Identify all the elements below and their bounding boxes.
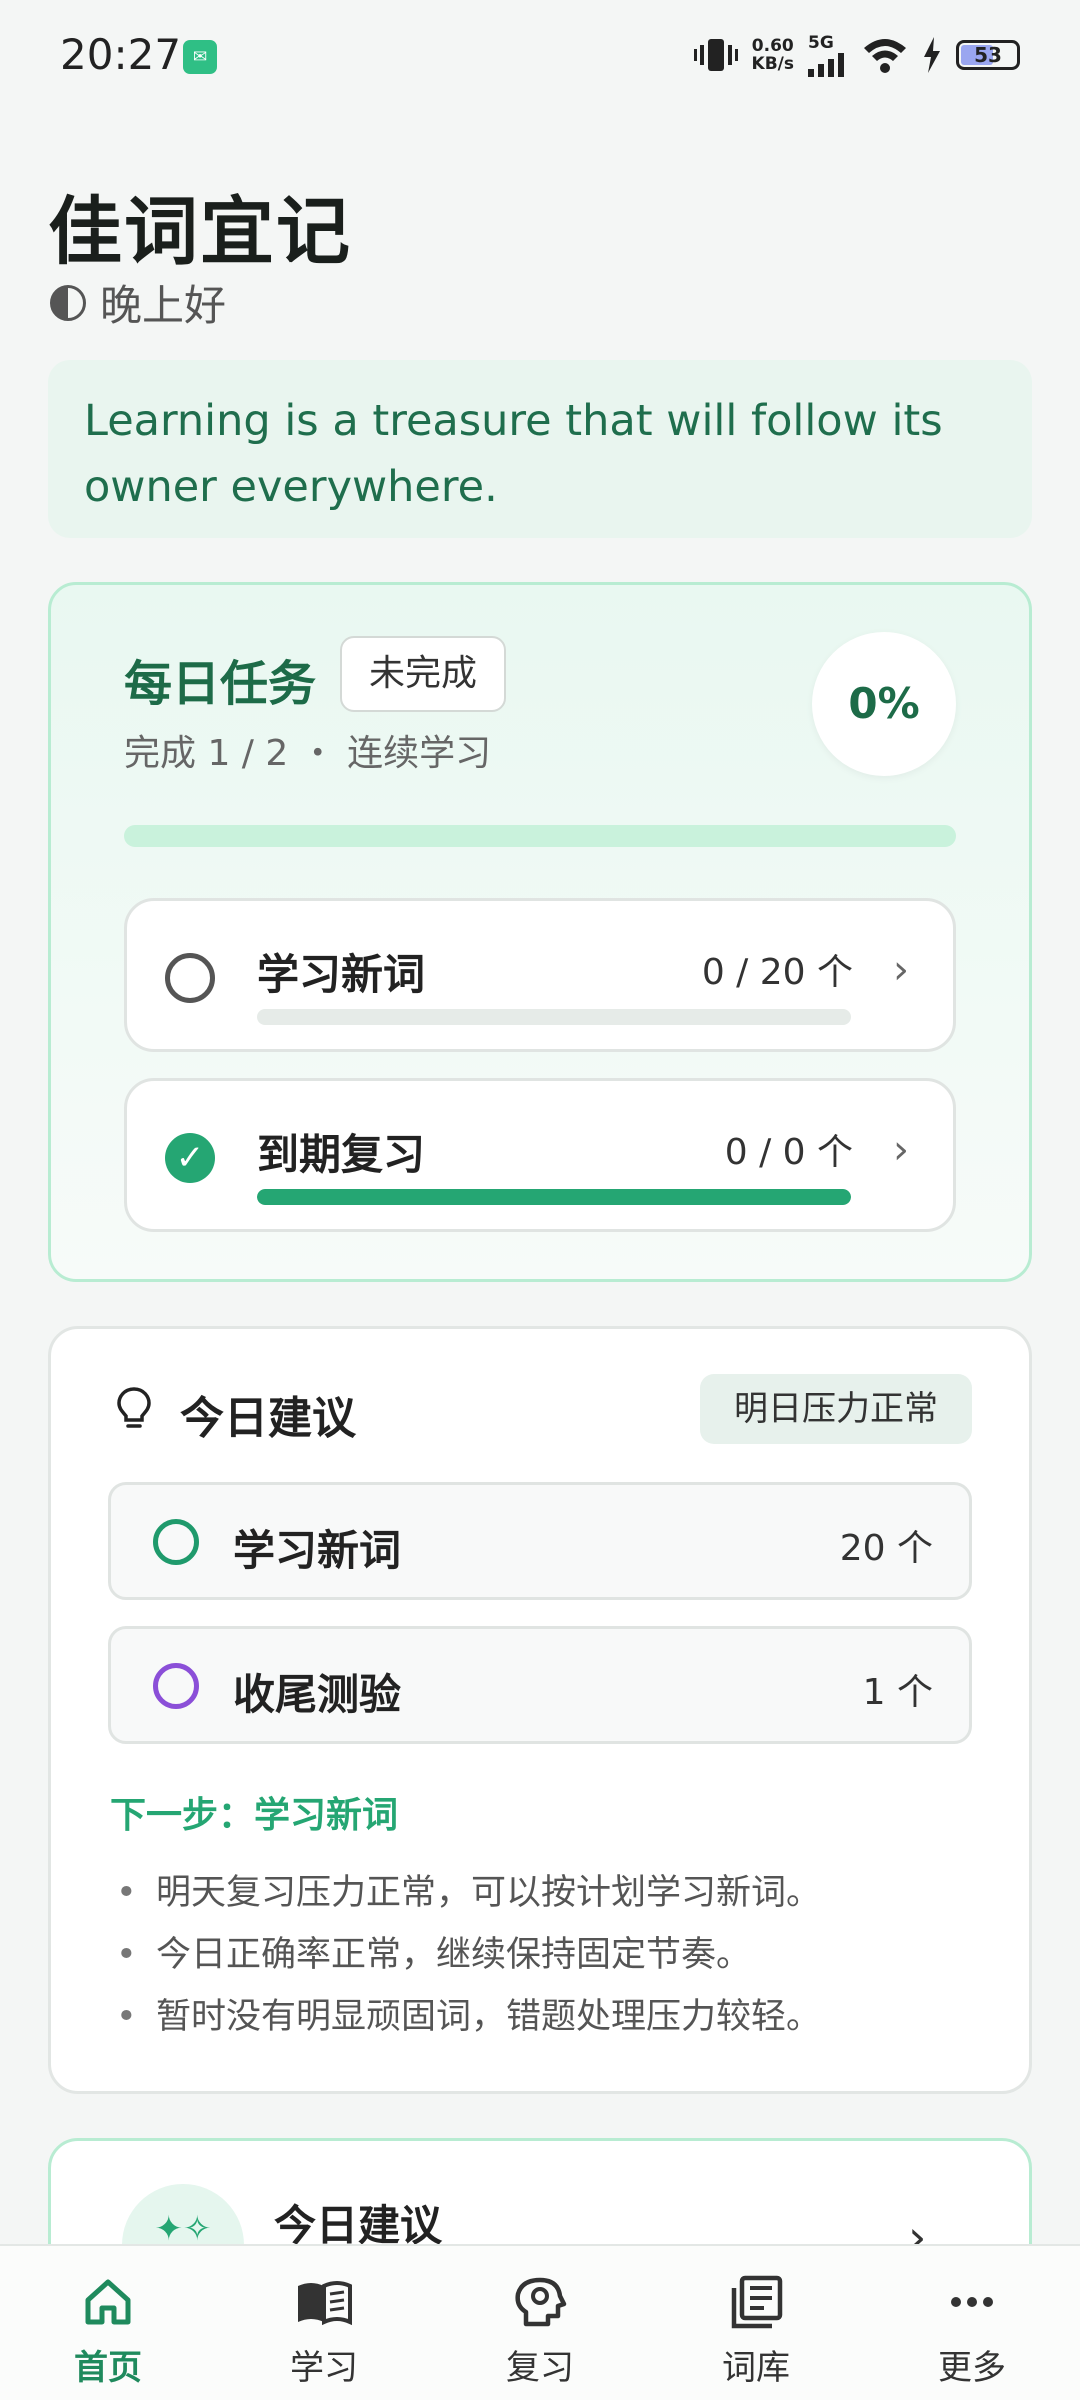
suggestion-label: 收尾测验 — [233, 1670, 402, 1719]
chevron-right-icon: › — [893, 1127, 909, 1173]
nav-label: 学习 — [290, 2348, 358, 2388]
greeting: 晚上好 — [50, 272, 226, 333]
check-circle-icon: ✓ — [165, 1133, 215, 1183]
suggestions-title: 今日建议 — [180, 1393, 356, 1444]
wifi-icon — [864, 39, 906, 73]
task-item-label: 到期复习 — [257, 1130, 426, 1179]
nav-label: 复习 — [506, 2348, 574, 2388]
tip-item: 今日正确率正常，继续保持固定节奏。 — [116, 1924, 821, 1986]
suggestion-count: 20 个 — [839, 1528, 933, 1569]
suggestion-count: 1 个 — [862, 1672, 933, 1713]
nav-more[interactable]: 更多 — [864, 2246, 1080, 2400]
nav-home[interactable]: 首页 — [0, 2246, 216, 2400]
charging-icon — [924, 37, 940, 73]
nav-label: 更多 — [938, 2348, 1006, 2388]
vibrate-icon — [693, 39, 738, 71]
signal-icon — [808, 53, 844, 77]
network-speed-value: 0.60 — [751, 36, 794, 56]
suggestion-label: 学习新词 — [233, 1526, 402, 1575]
task-item-count: 0 / 0 个 — [724, 1132, 853, 1173]
app-notification-icon: ✉ — [183, 40, 217, 74]
nav-label: 首页 — [74, 2348, 142, 2388]
nav-study[interactable]: 学习 — [216, 2246, 432, 2400]
task-item-progress-bar — [257, 1189, 851, 1205]
network-type: 5G — [808, 33, 834, 53]
task-status-badge: 未完成 — [340, 636, 506, 712]
brain-icon — [515, 2277, 567, 2327]
tip-item: 暂时没有明显顽固词，错题处理压力较轻。 — [116, 1986, 821, 2048]
network-speed-unit: KB/s — [751, 54, 794, 74]
daily-task-progress-bar — [124, 825, 956, 847]
library-icon — [731, 2275, 783, 2329]
quote-card: Learning is a treasure that will follow … — [48, 360, 1032, 538]
task-item-progress-fill — [257, 1189, 851, 1205]
suggestion-learn-new-words[interactable]: 学习新词 20 个 — [108, 1482, 972, 1600]
quote-text: Learning is a treasure that will follow … — [84, 396, 943, 512]
lightbulb-icon — [117, 1387, 151, 1428]
app-title: 佳词宜记 — [48, 189, 352, 275]
task-item-count: 0 / 20 个 — [701, 952, 853, 993]
nav-label: 词库 — [722, 2348, 790, 2388]
chevron-right-icon: › — [893, 947, 909, 993]
suggestion-final-quiz[interactable]: 收尾测验 1 个 — [108, 1626, 972, 1744]
task-item-due-review[interactable]: ✓ 到期复习 0 / 0 个 › — [124, 1078, 956, 1232]
daily-task-title: 每日任务 — [124, 656, 317, 712]
task-item-label: 学习新词 — [257, 950, 426, 999]
circle-icon — [153, 1663, 199, 1709]
home-icon — [85, 2279, 131, 2325]
tip-item: 明天复习压力正常，可以按计划学习新词。 — [116, 1862, 821, 1924]
pressure-badge: 明日压力正常 — [700, 1374, 972, 1444]
battery-level: 53 — [974, 43, 1002, 67]
nav-review[interactable]: 复习 — [432, 2246, 648, 2400]
tips-list: 明天复习压力正常，可以按计划学习新词。 今日正确率正常，继续保持固定节奏。 暂时… — [116, 1862, 821, 2048]
greeting-text: 晚上好 — [100, 281, 227, 330]
battery-icon: 53 — [956, 40, 1020, 70]
book-icon — [298, 2281, 352, 2326]
daily-task-subtitle: 完成 1 / 2 ・ 连续学习 — [124, 733, 492, 774]
status-indicators: 0.60 KB/s 5G 53 — [693, 30, 1020, 80]
status-time: 20:27 — [60, 30, 182, 79]
nav-library[interactable]: 词库 — [648, 2246, 864, 2400]
task-percent: 0% — [812, 632, 956, 776]
half-moon-icon — [50, 284, 86, 321]
network-speed: 0.60 KB/s — [752, 37, 794, 73]
circle-icon — [153, 1519, 199, 1565]
task-item-learn-new-words[interactable]: 学习新词 0 / 20 个 › — [124, 898, 956, 1052]
bottom-nav: 首页 学习 复习 词库 更多 — [0, 2244, 1080, 2400]
task-item-progress-bar — [257, 1009, 851, 1025]
cell-signal: 5G — [808, 33, 848, 77]
more-icon — [951, 2297, 993, 2307]
next-step-link[interactable]: 下一步：学习新词 — [110, 1786, 398, 1838]
unchecked-circle-icon — [165, 953, 215, 1003]
